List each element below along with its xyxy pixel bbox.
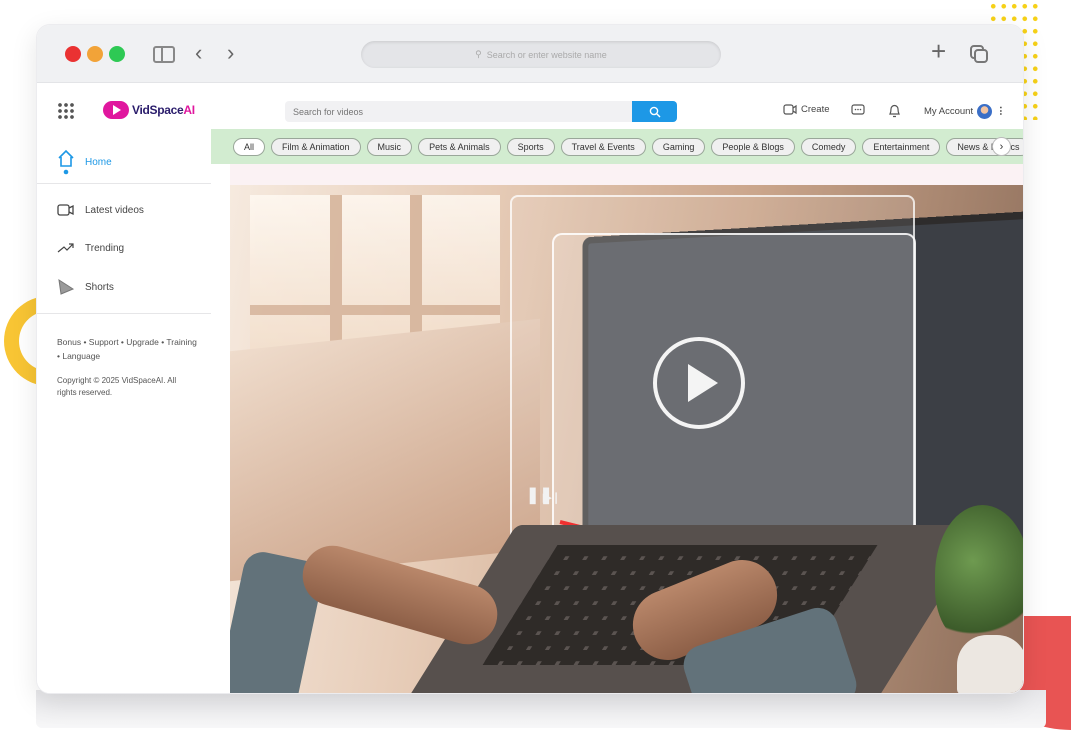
play-button-icon[interactable] <box>653 337 745 429</box>
desk-surface <box>230 318 540 582</box>
category-chips: All Film & Animation Music Pets & Animal… <box>211 129 1023 164</box>
avatar <box>977 104 993 119</box>
sidebar-item-shorts[interactable]: Shorts <box>57 279 114 295</box>
sidebar-item-label: Latest videos <box>85 204 144 216</box>
account-menu[interactable]: My Account ⋮ <box>924 104 1006 119</box>
more-options-icon[interactable]: ⋮ <box>996 106 1006 117</box>
chip-travel-events[interactable]: Travel & Events <box>560 137 646 156</box>
maximize-window-button[interactable] <box>109 46 125 62</box>
chip-film-animation[interactable]: Film & Animation <box>271 137 361 156</box>
chip-sports[interactable]: Sports <box>506 137 555 156</box>
browser-window: ‹ › ⚲ Search or enter website name + Vid… <box>36 24 1024 694</box>
chip-all[interactable]: All <box>233 137 266 156</box>
sidebar-item-latest-videos[interactable]: Latest videos <box>57 203 144 217</box>
logo-suffix: AI <box>183 103 195 117</box>
divider <box>37 313 211 314</box>
tabs-overview-icon[interactable] <box>969 44 989 69</box>
stage: ‹ › ⚲ Search or enter website name + Vid… <box>0 0 1073 731</box>
chip-gaming[interactable]: Gaming <box>651 137 706 156</box>
search-button[interactable] <box>632 101 677 122</box>
new-tab-icon[interactable]: + <box>931 38 946 64</box>
account-label: My Account <box>924 106 974 117</box>
skip-next-icon[interactable]: ▶❘ <box>543 491 561 504</box>
video-camera-icon <box>57 204 74 216</box>
apps-grid-icon[interactable] <box>57 102 75 120</box>
chip-music[interactable]: Music <box>366 137 413 156</box>
chip-pets-animals[interactable]: Pets & Animals <box>418 137 501 156</box>
sidebar-item-trending[interactable]: Trending <box>57 241 124 255</box>
search-icon <box>649 106 660 117</box>
create-label: Create <box>801 104 830 115</box>
sidebar-item-label: Home <box>85 156 112 168</box>
footer-links[interactable]: Bonus • Support • Upgrade • Training • L… <box>57 335 197 363</box>
video-search <box>285 101 677 122</box>
copyright-text: Copyright © 2025 VidSpaceAI. All rights … <box>57 376 177 397</box>
minimize-window-button[interactable] <box>87 46 103 62</box>
plant-pot <box>957 635 1023 693</box>
video-camera-icon <box>783 104 797 115</box>
close-window-button[interactable] <box>65 46 81 62</box>
logo-text: VidSpace <box>132 103 184 117</box>
chevron-right-icon[interactable]: › <box>992 137 1011 156</box>
hero-image: ❚❚ ▶❘ 🔈︎ ▭ ⛶ <box>230 185 1023 693</box>
chip-comedy[interactable]: Comedy <box>800 137 857 156</box>
back-icon[interactable]: ‹ <box>195 41 202 65</box>
search-input[interactable] <box>285 101 632 122</box>
sidebar-item-label: Trending <box>85 242 125 254</box>
browser-toolbar: ‹ › ⚲ Search or enter website name + <box>37 25 1023 83</box>
forward-icon[interactable]: › <box>227 41 234 65</box>
shorts-icon <box>58 279 75 295</box>
sidebar-item-home[interactable]: Home <box>57 149 112 175</box>
notifications-bell-icon[interactable] <box>888 104 901 118</box>
window-shadow <box>36 690 1046 728</box>
divider <box>37 183 211 184</box>
url-bar[interactable]: ⚲ Search or enter website name <box>361 41 721 68</box>
app-header: VidSpaceAI Create My Account ⋮ <box>37 93 1023 129</box>
chip-people-blogs[interactable]: People & Blogs <box>711 137 795 156</box>
content-spacer <box>230 164 1023 185</box>
vidspace-logo[interactable]: VidSpaceAI <box>103 101 195 119</box>
url-placeholder: Search or enter website name <box>486 49 607 60</box>
play-logo-icon <box>103 101 129 119</box>
sidebar-toggle-icon[interactable] <box>153 46 175 63</box>
trending-icon <box>57 243 74 253</box>
sidebar-item-label: Shorts <box>85 281 114 293</box>
messages-icon[interactable] <box>851 104 865 117</box>
create-button[interactable]: Create <box>783 104 830 115</box>
sidebar: Home Latest videos Trending Shorts Bonus… <box>37 129 211 693</box>
search-icon: ⚲ <box>475 49 482 59</box>
plant <box>935 505 1023 645</box>
home-icon <box>58 149 74 175</box>
chip-entertainment[interactable]: Entertainment <box>862 137 941 156</box>
chip-news-politics[interactable]: News & Politics <box>946 137 1023 156</box>
